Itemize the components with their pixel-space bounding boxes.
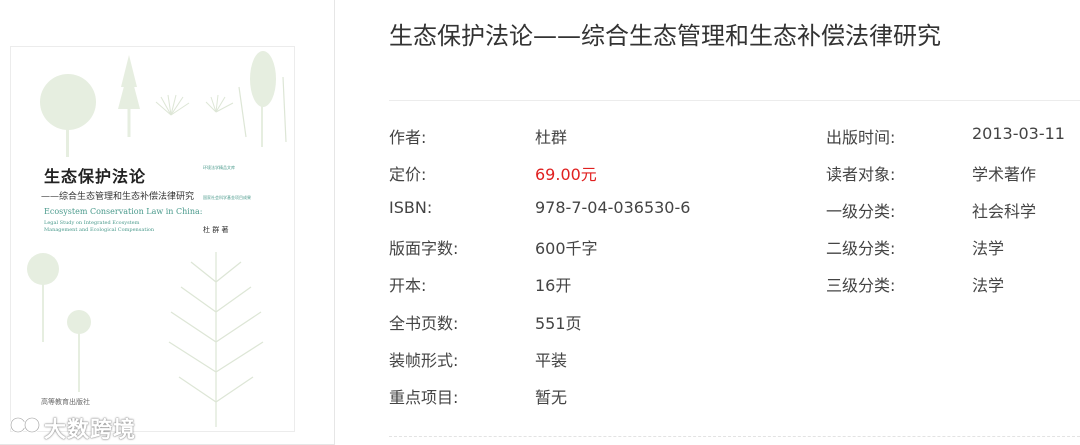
label-binding: 装帧形式: xyxy=(389,351,459,370)
label-category-1: 一级分类: xyxy=(826,202,896,221)
value-format: 16开 xyxy=(535,276,572,295)
label-format: 开本: xyxy=(389,276,427,295)
cover-author: 杜 群 著 xyxy=(203,226,229,234)
cover-english-subtitle-1: Legal Study on Integrated Ecosystem xyxy=(44,220,140,226)
label-key-project: 重点项目: xyxy=(389,388,459,407)
value-page-count: 551页 xyxy=(535,314,582,333)
label-word-count: 版面字数: xyxy=(389,239,459,258)
label-isbn: ISBN: xyxy=(389,198,433,217)
label-price: 定价: xyxy=(389,165,427,184)
value-price: 69.00元 xyxy=(535,165,597,184)
value-category-2: 法学 xyxy=(972,239,1005,258)
label-publish-date: 出版时间: xyxy=(826,128,896,147)
cover-english-title: Ecosystem Conservation Law in China: xyxy=(44,207,203,216)
value-author: 杜群 xyxy=(535,128,568,147)
label-audience: 读者对象: xyxy=(826,165,896,184)
book-cover-image[interactable]: 生态保护法论 环境法学精品文库 ——综合生态管理和生态补偿法律研究 国家社会科学… xyxy=(10,46,295,432)
watermark-text: 大数跨境 xyxy=(44,418,137,443)
cover-subtitle: ——综合生态管理和生态补偿法律研究 xyxy=(41,192,195,202)
divider-bottom xyxy=(389,436,1080,437)
label-page-count: 全书页数: xyxy=(389,314,459,333)
cover-tree-illustration xyxy=(27,51,287,427)
label-category-2: 二级分类: xyxy=(826,239,896,258)
label-category-3: 三级分类: xyxy=(826,276,896,295)
cover-title: 生态保护法论 xyxy=(44,167,147,186)
cover-publisher: 高等教育出版社 xyxy=(41,398,90,406)
cover-series-label: 环境法学精品文库 xyxy=(203,165,235,170)
book-title: 生态保护法论——综合生态管理和生态补偿法律研究 xyxy=(389,22,941,50)
value-category-1: 社会科学 xyxy=(972,202,1037,221)
value-isbn: 978-7-04-036530-6 xyxy=(535,198,691,217)
watermark-logo-icon xyxy=(9,416,41,434)
cover-english-subtitle-2: Management and Ecological Compensation xyxy=(44,227,155,233)
value-category-3: 法学 xyxy=(972,276,1005,295)
divider xyxy=(389,100,1080,101)
value-key-project: 暂无 xyxy=(535,388,568,407)
label-author: 作者: xyxy=(389,128,427,147)
value-publish-date: 2013-03-11 xyxy=(972,124,1065,143)
value-word-count: 600千字 xyxy=(535,239,598,258)
value-audience: 学术著作 xyxy=(972,165,1037,184)
cover-frame: 生态保护法论 环境法学精品文库 ——综合生态管理和生态补偿法律研究 国家社会科学… xyxy=(0,0,335,445)
cover-fund-label: 国家社会科学基金项目成果 xyxy=(203,195,251,200)
value-binding: 平装 xyxy=(535,351,568,370)
